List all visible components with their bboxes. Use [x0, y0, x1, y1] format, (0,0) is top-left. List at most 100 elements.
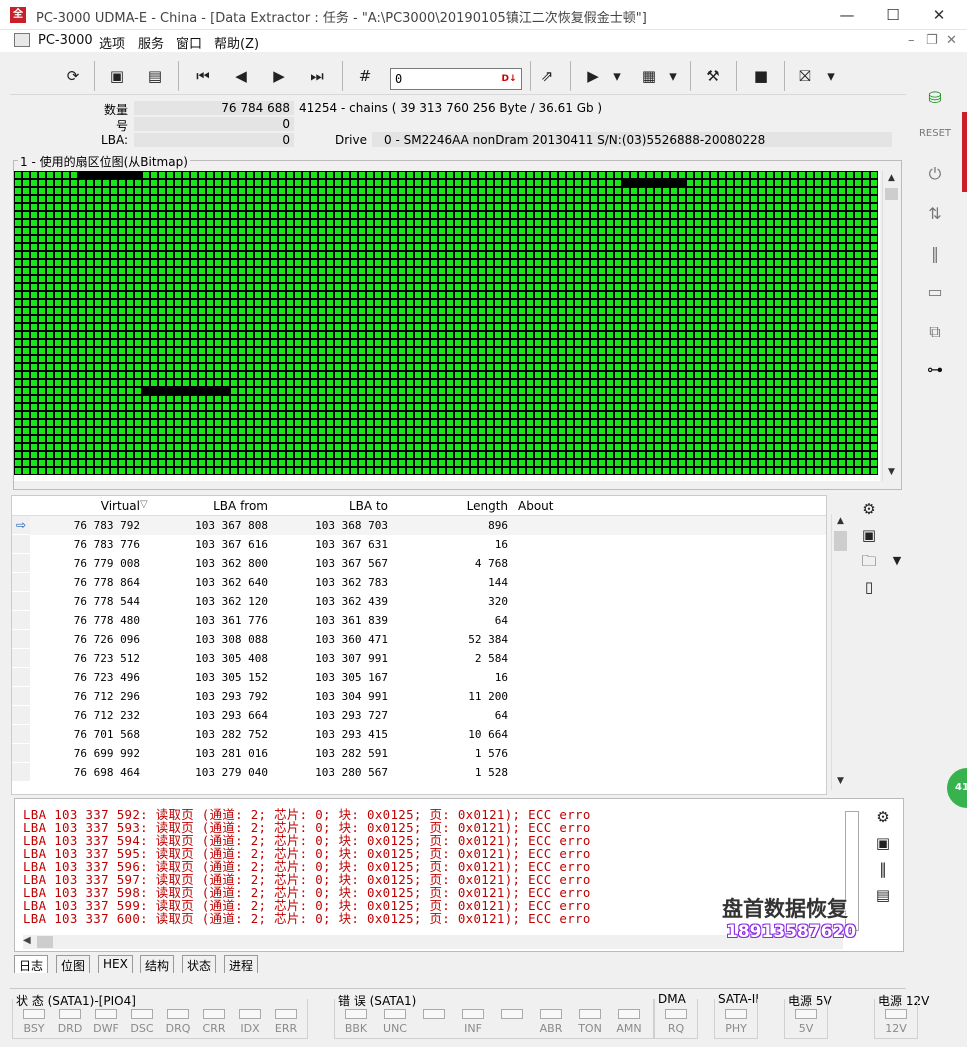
row-selector[interactable]: [12, 535, 30, 554]
table-row[interactable]: 76 698 464 103 279 040 103 280 567 1 528: [12, 763, 826, 782]
copy-icon[interactable]: ⧉: [915, 318, 955, 346]
col-lba-to[interactable]: LBA to: [270, 499, 388, 513]
log-settings-icon[interactable]: ⚙: [870, 806, 896, 828]
menu-service[interactable]: 服务: [138, 33, 164, 52]
mdi-close-button[interactable]: ✕: [946, 33, 957, 48]
export-icon[interactable]: ⇗: [534, 63, 560, 89]
tab-bitmap[interactable]: 位图: [56, 955, 91, 973]
save-disk-icon[interactable]: ▣: [104, 63, 130, 89]
bitmap-scrollbar[interactable]: ▲ ▼: [882, 171, 899, 481]
row-selector[interactable]: [12, 649, 30, 668]
menu-help[interactable]: 帮助(Z): [214, 33, 259, 52]
bitmap-cell: [390, 195, 398, 203]
new-file-icon[interactable]: ▯: [856, 576, 882, 598]
scroll-up-icon[interactable]: ▲: [884, 171, 899, 186]
exit-icon[interactable]: ⛝: [792, 63, 818, 89]
row-selector[interactable]: [12, 630, 30, 649]
table-row[interactable]: 76 783 776 103 367 616 103 367 631 16: [12, 535, 826, 554]
scroll-thumb[interactable]: [37, 936, 53, 948]
database-icon[interactable]: ⛁: [915, 84, 955, 112]
jumper-icon[interactable]: ⇅: [915, 200, 955, 228]
connector-icon[interactable]: ⊶: [915, 356, 955, 384]
chevron-down-icon[interactable]: ▼: [884, 550, 910, 572]
chevron-down-icon[interactable]: ▾: [666, 63, 680, 89]
tab-process[interactable]: 进程: [224, 955, 259, 973]
scroll-down-icon[interactable]: ▼: [833, 774, 848, 789]
table-scrollbar[interactable]: ▲ ▼: [831, 514, 848, 790]
settings-disk-icon[interactable]: ⚙: [856, 498, 882, 520]
save-all-icon[interactable]: ▤: [142, 63, 168, 89]
side-badge[interactable]: 41: [947, 768, 967, 808]
tab-hex[interactable]: HEX: [98, 955, 133, 973]
refresh-disk-icon[interactable]: ⟳: [60, 63, 86, 89]
log-pause-icon[interactable]: ‖: [870, 858, 896, 880]
col-lba-from[interactable]: LBA from: [150, 499, 268, 513]
table-row[interactable]: 76 712 232 103 293 664 103 293 727 64: [12, 706, 826, 725]
row-selector[interactable]: [12, 592, 30, 611]
grid-icon[interactable]: ▦: [636, 63, 662, 89]
sector-bitmap[interactable]: [14, 171, 880, 481]
log-save-icon[interactable]: ▣: [870, 832, 896, 854]
goto-number-icon[interactable]: #: [352, 63, 378, 89]
mdi-restore-button[interactable]: ❐: [926, 33, 938, 48]
table-row[interactable]: ⇨ 76 783 792 103 367 808 103 368 703 896: [12, 516, 826, 535]
next-icon[interactable]: ▶: [266, 63, 292, 89]
chip-icon[interactable]: ▭: [915, 278, 955, 306]
power-icon[interactable]: ⏻: [915, 160, 955, 188]
row-selector[interactable]: [12, 763, 30, 782]
table-row[interactable]: 76 723 512 103 305 408 103 307 991 2 584: [12, 649, 826, 668]
tab-status[interactable]: 状态: [182, 955, 217, 973]
table-row[interactable]: 76 699 992 103 281 016 103 282 591 1 576: [12, 744, 826, 763]
first-icon[interactable]: ⏮: [190, 63, 216, 89]
open-folder-icon[interactable]: 🗀: [856, 550, 882, 572]
last-icon[interactable]: ⏭: [304, 63, 330, 89]
menu-pc3000[interactable]: PC-3000: [38, 33, 93, 48]
table-row[interactable]: 76 778 864 103 362 640 103 362 783 144: [12, 573, 826, 592]
menu-window[interactable]: 窗口: [176, 33, 202, 52]
scroll-thumb[interactable]: [834, 531, 847, 551]
table-row[interactable]: 76 712 296 103 293 792 103 304 991 11 200: [12, 687, 826, 706]
tools-icon[interactable]: ⚒: [700, 63, 726, 89]
table-row[interactable]: 76 723 496 103 305 152 103 305 167 16: [12, 668, 826, 687]
lba-dropdown-icon[interactable]: D↓: [500, 71, 518, 87]
tab-structure[interactable]: 结构: [140, 955, 175, 973]
scroll-thumb[interactable]: [885, 188, 898, 200]
row-selector[interactable]: [12, 668, 30, 687]
reset-icon[interactable]: RESET: [915, 120, 955, 148]
maximize-button[interactable]: ☐: [870, 0, 916, 30]
col-length[interactable]: Length: [390, 499, 508, 513]
table-row[interactable]: 76 778 544 103 362 120 103 362 439 320: [12, 592, 826, 611]
table-row[interactable]: 76 778 480 103 361 776 103 361 839 64: [12, 611, 826, 630]
chevron-down-icon[interactable]: ▾: [610, 63, 624, 89]
row-selector[interactable]: [12, 744, 30, 763]
menu-options[interactable]: 选项: [99, 33, 125, 52]
play-icon[interactable]: ▶: [580, 63, 606, 89]
save-table-icon[interactable]: ▣: [856, 524, 882, 546]
row-selector[interactable]: [12, 554, 30, 573]
row-selector[interactable]: [12, 725, 30, 744]
row-selector[interactable]: [12, 573, 30, 592]
tab-log[interactable]: 日志: [14, 955, 49, 973]
row-selector[interactable]: [12, 611, 30, 630]
scroll-down-icon[interactable]: ▼: [884, 465, 899, 480]
pause-icon[interactable]: ‖: [915, 240, 955, 268]
mdi-minimize-button[interactable]: –: [908, 33, 915, 48]
chevron-down-icon[interactable]: ▾: [824, 63, 838, 89]
row-selector[interactable]: [12, 706, 30, 725]
table-row[interactable]: 76 779 008 103 362 800 103 367 567 4 768: [12, 554, 826, 573]
col-virtual[interactable]: Virtual: [32, 499, 140, 513]
table-row[interactable]: 76 726 096 103 308 088 103 360 471 52 384: [12, 630, 826, 649]
mdi-doc-icon[interactable]: [14, 33, 30, 47]
scroll-up-icon[interactable]: ▲: [833, 514, 848, 529]
col-about[interactable]: About: [518, 499, 553, 513]
stop-icon[interactable]: ■: [748, 63, 774, 89]
log-export-icon[interactable]: ▤: [870, 884, 896, 906]
table-row[interactable]: 76 701 568 103 282 752 103 293 415 10 664: [12, 725, 826, 744]
scroll-left-icon[interactable]: ◀: [23, 935, 31, 946]
current-row-arrow-icon[interactable]: ⇨: [12, 516, 30, 535]
row-selector[interactable]: [12, 687, 30, 706]
minimize-button[interactable]: —: [824, 0, 870, 30]
prev-icon[interactable]: ◀: [228, 63, 254, 89]
close-button[interactable]: ✕: [916, 0, 962, 30]
log-hscroll[interactable]: ◀: [23, 935, 843, 949]
